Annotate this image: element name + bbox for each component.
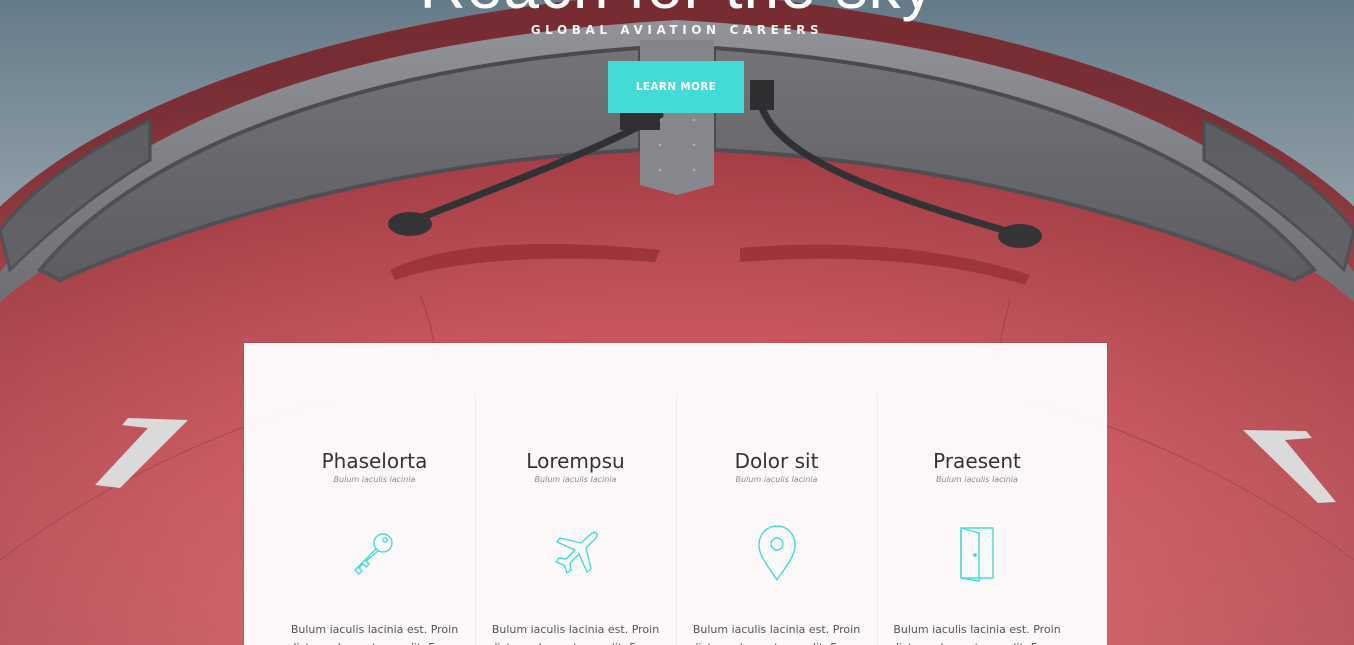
feature-text: Bulum iaculis lacinia est. Proin dictum … [490, 623, 660, 645]
feature-card: Praesent Bulum iaculis lacinia Bulum iac… [877, 393, 1077, 645]
feature-text: Bulum iaculis lacinia est. Proin dictum … [289, 623, 459, 645]
open-door-icon [947, 523, 1007, 583]
feature-card: Phaselorta Bulum iaculis lacinia Bulum i… [274, 393, 475, 645]
feature-subtitle: Bulum iaculis lacinia [936, 475, 1018, 484]
feature-subtitle: Bulum iaculis lacinia [534, 475, 617, 484]
column-divider [676, 393, 677, 645]
hero-title: Reach for the sky [0, 0, 1354, 18]
feature-title: Phaselorta [321, 449, 428, 473]
features-panel: Phaselorta Bulum iaculis lacinia Bulum i… [244, 343, 1107, 645]
learn-more-button[interactable]: LEARN MORE [608, 61, 744, 113]
feature-title: Dolor sit [734, 449, 819, 473]
column-divider [877, 393, 878, 645]
feature-subtitle: Bulum iaculis lacinia [735, 475, 818, 484]
map-pin-icon [747, 523, 807, 583]
feature-text: Bulum iaculis lacinia est. Proin dictum … [892, 623, 1062, 645]
feature-title: Lorempsu [526, 449, 625, 473]
hero-subtitle: GLOBAL AVIATION CAREERS [530, 23, 824, 37]
feature-title: Praesent [933, 449, 1021, 473]
column-divider [475, 393, 476, 645]
key-icon [345, 523, 405, 583]
airplane-icon [546, 523, 606, 583]
feature-text: Bulum iaculis lacinia est. Proin dictum … [691, 623, 861, 645]
feature-subtitle: Bulum iaculis lacinia [333, 475, 416, 484]
feature-card: Dolor sit Bulum iaculis lacinia Bulum ia… [676, 393, 877, 645]
feature-card: Lorempsu Bulum iaculis lacinia Bulum iac… [475, 393, 676, 645]
